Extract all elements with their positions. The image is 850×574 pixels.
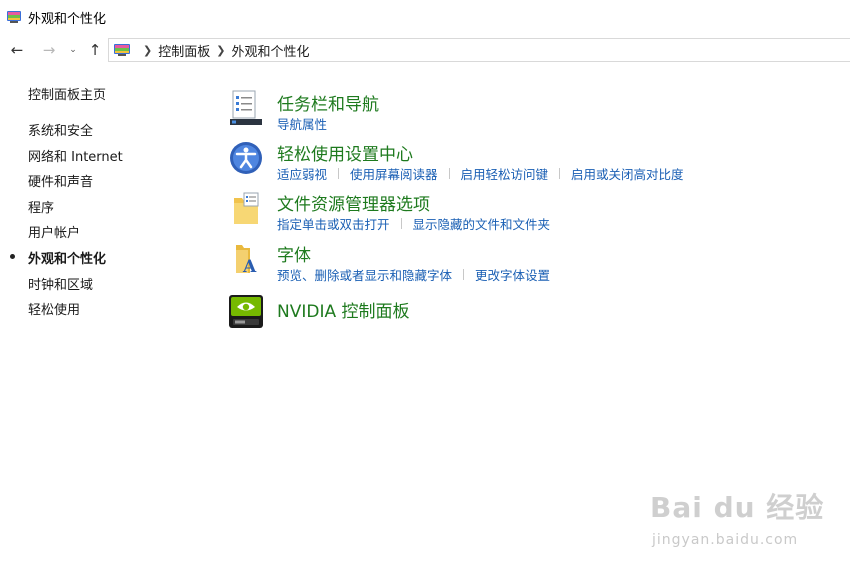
nvidia-icon bbox=[229, 295, 263, 328]
address-bar[interactable]: ❯ 控制面板 ❯ 外观和个性化 bbox=[108, 38, 850, 62]
breadcrumb-separator-icon: ❯ bbox=[143, 43, 153, 57]
sidebar-item-home[interactable]: 控制面板主页 bbox=[28, 84, 106, 103]
control-panel-icon bbox=[7, 11, 21, 23]
link-divider bbox=[338, 168, 340, 179]
link-divider bbox=[559, 168, 561, 179]
folder-options-icon bbox=[234, 192, 259, 224]
watermark-url: jingyan.baidu.com bbox=[652, 532, 799, 548]
control-panel-icon bbox=[114, 44, 130, 56]
category-title[interactable]: 字体 bbox=[277, 241, 311, 266]
category-title[interactable]: NVIDIA 控制面板 bbox=[277, 297, 410, 322]
baidu-watermark: Bai du 经验 jingyan.baidu.com bbox=[650, 486, 823, 556]
link-font-settings[interactable]: 更改字体设置 bbox=[475, 265, 550, 284]
window-title: 外观和个性化 bbox=[28, 11, 107, 27]
svg-text:A: A bbox=[242, 257, 257, 277]
breadcrumb-appearance[interactable]: 外观和个性化 bbox=[231, 41, 309, 60]
arrow-right-icon[interactable]: → bbox=[38, 39, 60, 61]
sidebar-item-ease-of-access[interactable]: 轻松使用 bbox=[28, 299, 80, 318]
category-links: 预览、删除或者显示和隐藏字体 更改字体设置 bbox=[277, 265, 550, 284]
link-divider bbox=[400, 218, 402, 229]
link-show-hidden-files[interactable]: 显示隐藏的文件和文件夹 bbox=[413, 214, 551, 233]
category-title[interactable]: 轻松使用设置中心 bbox=[277, 140, 413, 165]
category-links: 指定单击或双击打开 显示隐藏的文件和文件夹 bbox=[277, 214, 550, 233]
link-preview-fonts[interactable]: 预览、删除或者显示和隐藏字体 bbox=[277, 265, 452, 284]
title-bar: 外观和个性化 bbox=[0, 0, 850, 34]
arrow-up-icon[interactable]: ↑ bbox=[84, 39, 106, 61]
sidebar-item-programs[interactable]: 程序 bbox=[28, 197, 54, 216]
watermark-logo: Bai du 经验 bbox=[650, 491, 825, 524]
sidebar-item-clock-region[interactable]: 时钟和区域 bbox=[28, 274, 93, 293]
current-page-bullet-icon bbox=[10, 254, 15, 259]
sidebar-item-appearance[interactable]: 外观和个性化 bbox=[28, 248, 106, 267]
fonts-folder-icon: A bbox=[236, 245, 257, 277]
breadcrumb-separator-icon: ❯ bbox=[216, 43, 226, 57]
category-links: 导航属性 bbox=[277, 114, 327, 133]
sidebar-item-user-accounts[interactable]: 用户帐户 bbox=[28, 222, 80, 241]
breadcrumb-control-panel[interactable]: 控制面板 bbox=[158, 41, 210, 60]
arrow-left-icon[interactable]: ← bbox=[6, 39, 28, 61]
link-divider bbox=[448, 168, 450, 179]
link-divider bbox=[463, 269, 465, 280]
taskbar-icon bbox=[230, 90, 262, 125]
navigation-bar: ← → ⌄ ↑ ❯ 控制面板 ❯ 外观和个性化 bbox=[0, 36, 850, 64]
link-single-double-click[interactable]: 指定单击或双击打开 bbox=[277, 214, 390, 233]
link-screen-reader[interactable]: 使用屏幕阅读器 bbox=[350, 164, 438, 183]
chevron-down-icon[interactable]: ⌄ bbox=[66, 39, 80, 61]
category-title[interactable]: 文件资源管理器选项 bbox=[277, 190, 430, 215]
category-links: 适应弱视 使用屏幕阅读器 启用轻松访问键 启用或关闭高对比度 bbox=[277, 164, 684, 183]
ease-of-access-icon bbox=[230, 142, 262, 174]
link-navigation-properties[interactable]: 导航属性 bbox=[277, 114, 327, 133]
sidebar-item-network[interactable]: 网络和 Internet bbox=[28, 146, 123, 165]
sidebar-item-system-security[interactable]: 系统和安全 bbox=[28, 120, 93, 139]
link-ease-access-keys[interactable]: 启用轻松访问键 bbox=[461, 164, 549, 183]
sidebar-item-hardware-sound[interactable]: 硬件和声音 bbox=[28, 171, 93, 190]
link-low-vision[interactable]: 适应弱视 bbox=[277, 164, 327, 183]
link-high-contrast[interactable]: 启用或关闭高对比度 bbox=[571, 164, 684, 183]
category-title[interactable]: 任务栏和导航 bbox=[277, 90, 379, 115]
